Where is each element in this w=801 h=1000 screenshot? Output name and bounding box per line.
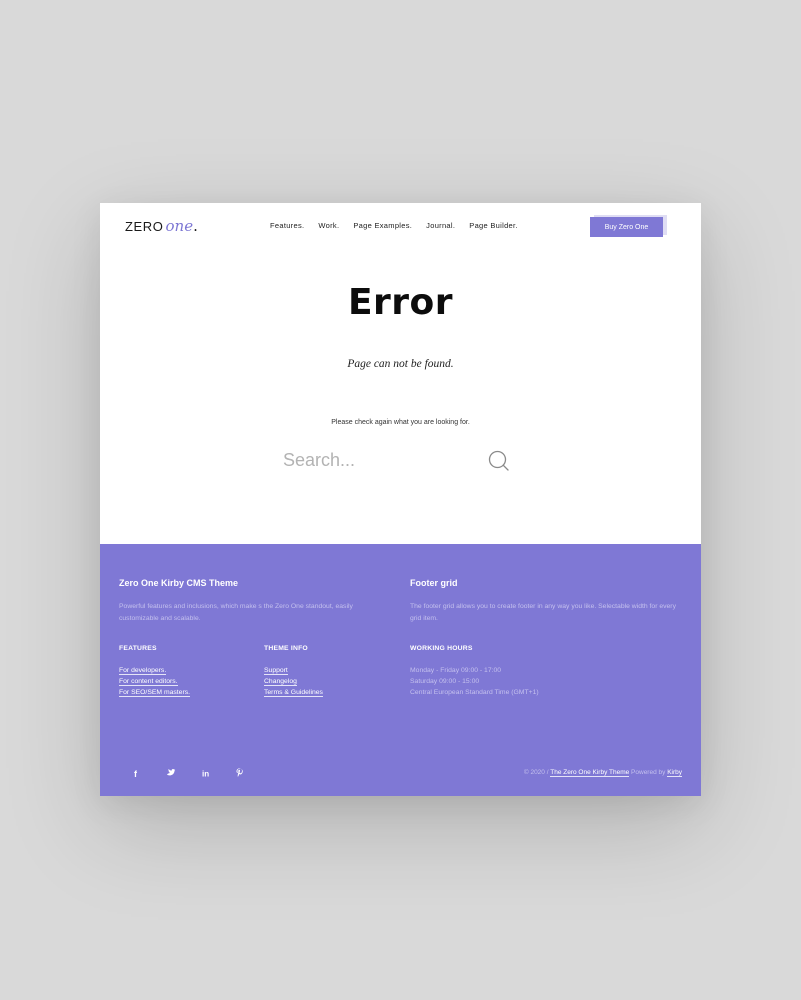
page-card: ZERO one . Features. Work. Page Examples… — [100, 203, 701, 796]
facebook-glyph: f — [134, 769, 138, 779]
footer-theme-info-list: Support Changelog Terms & Guidelines — [264, 665, 323, 699]
logo-zero-text: ZERO — [125, 219, 164, 234]
nav-item-features[interactable]: Features. — [270, 221, 304, 230]
footer-working-hours-heading: WORKING HOURS — [410, 645, 473, 652]
social-links: f in — [129, 766, 267, 780]
twitter-icon[interactable] — [164, 766, 199, 780]
copyright: © 2020 / The Zero One Kirby Theme Powere… — [523, 769, 682, 777]
list-item: For SEO/SEM masters. — [119, 687, 191, 698]
working-hours-saturday: Saturday 09:00 - 15:00 — [410, 678, 480, 686]
working-hours-timezone: Central European Standard Time (GMT+1) — [410, 689, 539, 697]
site-footer: Zero One Kirby CMS Theme Powerful featur… — [100, 544, 701, 796]
site-logo[interactable]: ZERO one . — [125, 217, 198, 237]
search-input[interactable] — [283, 448, 473, 472]
page-title: Error — [347, 282, 454, 323]
list-item: For developers. — [119, 665, 190, 676]
linkedin-glyph: in — [202, 770, 209, 779]
footer-heading-theme: Zero One Kirby CMS Theme — [119, 578, 239, 588]
working-hours-weekday: Monday - Friday 09:00 - 17:00 — [410, 667, 502, 674]
footer-link-support[interactable]: Support — [264, 667, 288, 675]
footer-heading-grid: Footer grid — [410, 578, 458, 588]
linkedin-icon[interactable]: in — [198, 766, 233, 780]
search-icon[interactable] — [488, 450, 510, 472]
list-item: Terms & Guidelines — [264, 687, 323, 698]
footer-theme-info-heading: THEME INFO — [264, 645, 308, 652]
logo-dot: . — [193, 217, 198, 235]
footer-link-developers[interactable]: For developers. — [119, 667, 167, 675]
nav-item-page-examples[interactable]: Page Examples. — [353, 221, 412, 230]
nav-item-work[interactable]: Work. — [318, 221, 339, 230]
footer-link-seo-sem[interactable]: For SEO/SEM masters. — [119, 689, 191, 698]
footer-link-changelog[interactable]: Changelog — [264, 678, 297, 687]
footer-working-hours-list: Monday - Friday 09:00 - 17:00 Saturday 0… — [410, 665, 539, 699]
theme-link[interactable]: The Zero One Kirby Theme — [550, 769, 630, 777]
kirby-link[interactable]: Kirby — [667, 769, 682, 777]
footer-features-list: For developers. For content editors. For… — [119, 665, 191, 699]
footer-features-heading: FEATURES — [119, 645, 157, 652]
buy-button[interactable]: Buy Zero One — [590, 217, 663, 237]
search-form — [283, 448, 511, 472]
pinterest-icon[interactable] — [233, 766, 268, 780]
nav-item-journal[interactable]: Journal. — [426, 221, 455, 230]
footer-link-content-editors[interactable]: For content editors. — [119, 678, 178, 687]
nav-item-page-builder[interactable]: Page Builder. — [469, 221, 518, 230]
powered-by-text: Powered by — [631, 769, 666, 776]
search-hint: Please check again what you are looking … — [331, 419, 470, 426]
footer-description-theme: Powerful features and inclusions, which … — [119, 603, 353, 622]
copyright-prefix: © 2020 / — [523, 769, 549, 776]
main-nav: Features. Work. Page Examples. Journal. … — [270, 221, 518, 230]
facebook-icon[interactable]: f — [129, 766, 164, 780]
list-item: Support — [264, 665, 323, 676]
list-item: Changelog — [264, 676, 323, 687]
footer-link-terms[interactable]: Terms & Guidelines — [264, 689, 323, 698]
logo-one-text: one — [165, 217, 194, 235]
list-item: For content editors. — [119, 676, 190, 687]
footer-description-grid: The footer grid allows you to create foo… — [410, 603, 676, 622]
site-header: ZERO one . Features. Work. Page Examples… — [100, 203, 701, 251]
error-subtitle: Page can not be found. — [347, 358, 454, 370]
